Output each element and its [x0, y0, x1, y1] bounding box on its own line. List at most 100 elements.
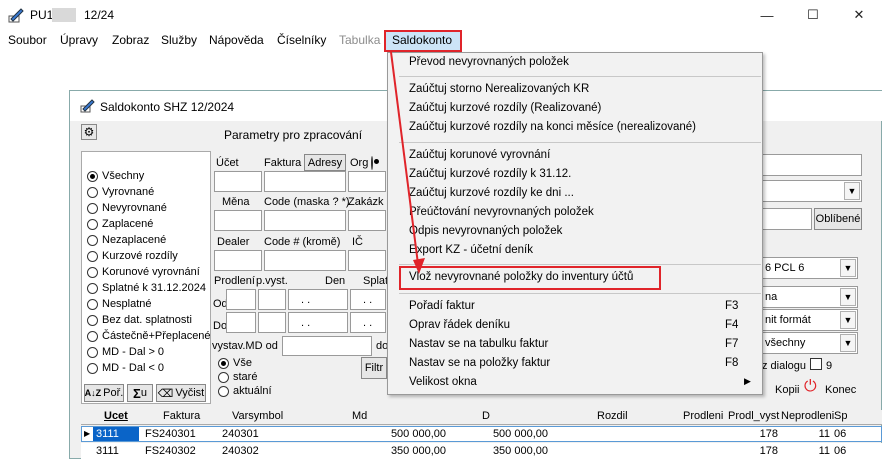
- menu-soubor[interactable]: Soubor: [8, 33, 47, 47]
- radio-nesplatne[interactable]: Nesplatné: [87, 296, 152, 312]
- dd-shortcut-f3: F3: [725, 300, 739, 312]
- radio-indicator: [87, 330, 98, 342]
- pvyst-od-input[interactable]: [258, 289, 286, 310]
- col-neprodleni[interactable]: Neprodleni: [781, 410, 834, 422]
- mena-input[interactable]: [214, 210, 262, 231]
- cell-d: 350 000,00: [492, 445, 548, 457]
- na-combo[interactable]: na ▼: [760, 286, 858, 308]
- splat-do-input[interactable]: . .: [350, 312, 386, 333]
- pvyst-do-input[interactable]: [258, 312, 286, 333]
- sum-button[interactable]: Σu: [127, 384, 153, 402]
- splat-od-input[interactable]: . .: [350, 289, 386, 310]
- radio-md-dal-lt[interactable]: MD - Dal < 0: [87, 360, 164, 376]
- minimize-button[interactable]: —: [744, 0, 790, 30]
- radio-bez-dat-splatnosti[interactable]: Bez dat. splatnosti: [87, 312, 192, 328]
- oblibene-button[interactable]: Oblíbené: [814, 208, 862, 230]
- cell-prodl-vyst: 178: [759, 445, 778, 457]
- menu-napoveda[interactable]: Nápověda: [209, 33, 264, 47]
- radio-indicator: [87, 234, 98, 246]
- power-icon[interactable]: ⏻: [804, 378, 817, 396]
- format-combo[interactable]: nit formát ▼: [760, 309, 858, 331]
- dealer-input[interactable]: [214, 250, 262, 271]
- dd-separator: [399, 76, 761, 77]
- menu-saldokonto[interactable]: Saldokonto: [392, 33, 452, 47]
- app-icon: [8, 8, 24, 23]
- col-d[interactable]: D: [482, 410, 490, 422]
- col-prodl-vyst[interactable]: Prodl_vyst: [728, 410, 779, 422]
- code-krome-input[interactable]: [264, 250, 346, 271]
- col-prodleni[interactable]: Prodleni: [683, 410, 723, 422]
- dd-kurz-konec-mesice[interactable]: Zaúčtuj kurzové rozdíly na konci měsíce …: [409, 121, 696, 133]
- radio-md-dal-gt[interactable]: MD - Dal > 0: [87, 344, 164, 360]
- code-maska-input[interactable]: [264, 210, 346, 231]
- right-short-input[interactable]: [760, 208, 812, 230]
- col-rozdil[interactable]: Rozdil: [597, 410, 628, 422]
- dd-storno-kr[interactable]: Zaúčtuj storno Nerealizovaných KR: [409, 83, 589, 95]
- dd-vloz-inventury[interactable]: Vlož nevyrovnané položky do inventury úč…: [409, 271, 633, 283]
- radio-zaplacene[interactable]: Zaplacené: [87, 216, 153, 232]
- chevron-down-icon: ▼: [840, 334, 856, 352]
- prodleni-do-input[interactable]: [226, 312, 256, 333]
- radio-indicator: [87, 202, 98, 214]
- right-combo-1[interactable]: ▼: [760, 180, 862, 202]
- radio-vyrovnane[interactable]: Vyrovnané: [87, 184, 154, 200]
- maximize-button[interactable]: ☐: [790, 0, 836, 30]
- radio-vsechny[interactable]: Všechny: [87, 168, 144, 184]
- konec-button[interactable]: Konec: [825, 384, 856, 396]
- menu-upravy[interactable]: Úpravy: [60, 33, 98, 47]
- radio-aktualni[interactable]: aktuální: [218, 383, 272, 399]
- label-dealer: Dealer: [217, 236, 250, 248]
- label-code-maska: Code (maska ? *): [264, 196, 350, 208]
- dd-nastav-polozky[interactable]: Nastav se na položky faktur: [409, 357, 550, 369]
- org-input[interactable]: [348, 171, 386, 192]
- dd-nastav-tabulka[interactable]: Nastav se na tabulku faktur: [409, 338, 548, 350]
- sort-button[interactable]: A↓Z Poř.: [84, 384, 124, 402]
- org-radio[interactable]: [371, 156, 373, 170]
- menu-tabulka[interactable]: Tabulka: [339, 33, 380, 47]
- close-button[interactable]: ✕: [836, 0, 882, 30]
- menu-ciselniky[interactable]: Číselníky: [277, 33, 326, 47]
- z-dialogu-checkbox[interactable]: [810, 358, 822, 370]
- den-od-input[interactable]: . .: [288, 289, 348, 310]
- cell-ucet: 3111: [96, 445, 119, 457]
- vystav-md-od-input[interactable]: [282, 336, 372, 356]
- col-md[interactable]: Md: [352, 410, 367, 422]
- radio-splatne[interactable]: Splatné k 31.12.2024: [87, 280, 206, 296]
- dd-preuctovani[interactable]: Přeúčtování nevyrovnaných položek: [409, 206, 594, 218]
- dd-kurz-realizovane[interactable]: Zaúčtuj kurzové rozdíly (Realizované): [409, 102, 601, 114]
- menu-zobraz[interactable]: Zobraz: [112, 33, 149, 47]
- label-kopii: Kopii: [775, 384, 800, 396]
- prodleni-od-input[interactable]: [226, 289, 256, 310]
- cell-prodl-vyst: 178: [759, 428, 778, 440]
- menu-sluzby[interactable]: Služby: [161, 33, 197, 47]
- clear-button[interactable]: ⌫ Vyčist: [156, 384, 206, 402]
- radio-nezaplacene[interactable]: Nezaplacené: [87, 232, 166, 248]
- adresy-button[interactable]: Adresy: [304, 154, 346, 171]
- printer-combo[interactable]: 6 PCL 6 ▼: [760, 257, 858, 279]
- dd-velikost-okna[interactable]: Velikost okna: [409, 376, 477, 388]
- vsechny-combo[interactable]: všechny ▼: [760, 332, 858, 354]
- col-sp[interactable]: Sp: [834, 410, 847, 422]
- cell-faktura: FS240301: [145, 428, 196, 440]
- radio-korunove-vyrovnani[interactable]: Korunové vyrovnání: [87, 264, 200, 280]
- radio-indicator: [87, 362, 98, 374]
- radio-kurzove-rozdily[interactable]: Kurzové rozdíly: [87, 248, 178, 264]
- col-faktura[interactable]: Faktura: [163, 410, 200, 422]
- filtr-button[interactable]: Filtr: [361, 357, 387, 379]
- parameters-title: Parametry pro zpracování: [224, 128, 363, 142]
- radio-indicator: [87, 186, 98, 198]
- right-text-input[interactable]: [760, 154, 862, 176]
- dd-poradi-faktur[interactable]: Pořadí faktur: [409, 300, 475, 312]
- faktura-input[interactable]: [264, 171, 346, 192]
- zakazka-input[interactable]: [348, 210, 386, 231]
- col-varsymbol[interactable]: Varsymbol: [232, 410, 283, 422]
- radio-nevyrovnane[interactable]: Nevyrovnané: [87, 200, 167, 216]
- ic-input[interactable]: [348, 250, 386, 271]
- radio-castecne[interactable]: Částečně+Přeplacené: [87, 328, 211, 344]
- dd-oprav-radek[interactable]: Oprav řádek deníku: [409, 319, 510, 331]
- settings-gear-icon[interactable]: ⚙: [81, 124, 97, 140]
- den-do-input[interactable]: . .: [288, 312, 348, 333]
- col-ucet[interactable]: Ucet: [104, 410, 128, 422]
- ucet-input[interactable]: [214, 171, 262, 192]
- cell-varsymbol: 240301: [222, 428, 259, 440]
